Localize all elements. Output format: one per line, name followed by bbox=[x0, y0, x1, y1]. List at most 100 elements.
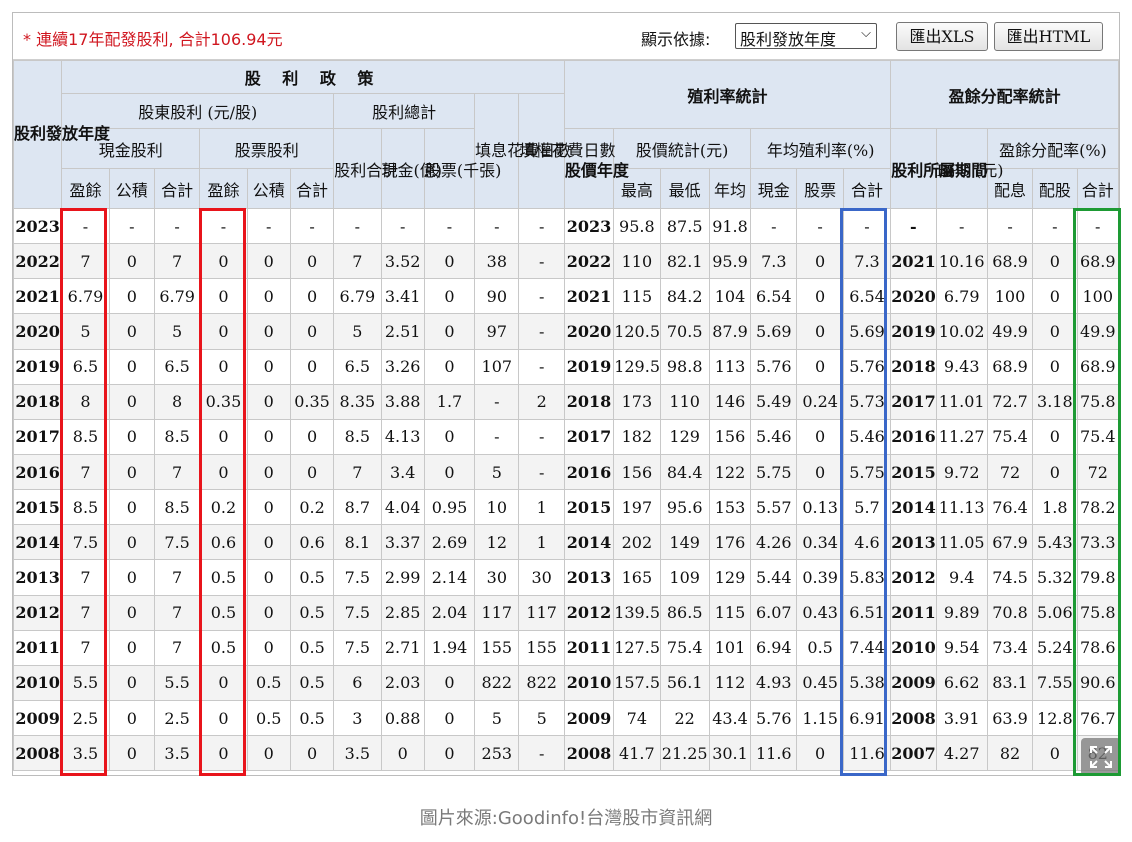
table-cell: 21.25 bbox=[659, 735, 710, 772]
table-cell: - bbox=[61, 207, 110, 245]
table-row: 2021 6.79 0 6.79 0 0 0 6.79 3.41 0 90-2021 115 84.2 1… bbox=[12, 278, 1119, 315]
table-cell: 2020 bbox=[890, 278, 937, 315]
table-row: 2010 5.5 0 5.5 0 0.5 0.5 6 2.03 0 822 822 2010 157.5 5… bbox=[12, 664, 1119, 701]
table-cell: 6.54 bbox=[842, 278, 892, 315]
table-cell: 129.5 bbox=[613, 348, 661, 385]
table-cell: 0 bbox=[246, 735, 291, 772]
table-cell: 7 bbox=[61, 453, 110, 491]
table-cell: 1.94 bbox=[423, 629, 476, 666]
table-cell: - bbox=[518, 243, 565, 280]
table-cell: 11.01 bbox=[935, 383, 988, 420]
table-cell: 2010 bbox=[890, 629, 937, 666]
table-cell: 2011 bbox=[563, 629, 615, 666]
table-cell: - bbox=[474, 207, 520, 245]
table-cell: 5.7 bbox=[842, 489, 892, 526]
table-cell: 0.24 bbox=[796, 383, 844, 420]
table-cell: 2.69 bbox=[423, 524, 476, 561]
export-xls-button[interactable]: 匯出XLS bbox=[896, 22, 988, 51]
table-cell: 0 bbox=[1032, 418, 1078, 455]
table-cell: 5 bbox=[474, 453, 520, 491]
table-cell: 155 bbox=[474, 629, 520, 666]
table-cell: 95.6 bbox=[659, 489, 710, 526]
table-cell: 127.5 bbox=[613, 629, 661, 666]
table-cell: 0 bbox=[199, 348, 248, 385]
table-cell: 1 bbox=[518, 524, 565, 561]
table-cell: 0 bbox=[1032, 313, 1078, 350]
table-cell: 4.6 bbox=[842, 524, 892, 561]
table-cell: 5 bbox=[474, 699, 520, 737]
table-cell: 2018 bbox=[563, 383, 615, 420]
expand-icon[interactable] bbox=[1081, 738, 1121, 776]
table-cell: 22 bbox=[659, 699, 710, 737]
col-dividend-sum: 股利合計 bbox=[333, 128, 398, 209]
table-cell: 0.45 bbox=[796, 664, 844, 701]
table-cell: 3.18 bbox=[1032, 383, 1078, 420]
group-dividend-total: 股利總計 bbox=[333, 93, 476, 129]
table-cell: 11.6 bbox=[842, 735, 892, 772]
table-cell: 11.27 bbox=[935, 418, 988, 455]
table-cell: 6.79 bbox=[153, 278, 201, 315]
table-cell: 75.4 bbox=[986, 418, 1034, 455]
sort-select[interactable]: 股利發放年度 ⌵ bbox=[735, 23, 877, 49]
table-cell: 2012 bbox=[563, 594, 615, 631]
table-cell: 0.2 bbox=[289, 489, 335, 526]
table-cell: 0 bbox=[108, 735, 155, 772]
table-cell: 7 bbox=[333, 243, 382, 280]
table-cell: 0.95 bbox=[423, 489, 476, 526]
table-cell: 2016 bbox=[563, 453, 615, 491]
table-cell: 0 bbox=[246, 629, 291, 666]
table-cell: 1.8 bbox=[1032, 489, 1078, 526]
col-eps: EPS (元) bbox=[935, 128, 1004, 209]
table-cell: 0 bbox=[423, 243, 476, 280]
table-cell: 2021 bbox=[890, 243, 937, 280]
table-cell: 0.2 bbox=[199, 489, 248, 526]
table-cell: 2016 bbox=[12, 453, 63, 491]
export-html-button[interactable]: 匯出HTML bbox=[994, 22, 1103, 51]
table-cell: - bbox=[518, 453, 565, 491]
table-cell: 0 bbox=[796, 735, 844, 772]
table-cell: 2020 bbox=[12, 313, 63, 350]
table-cell: 0 bbox=[199, 313, 248, 350]
table-cell: 84.4 bbox=[659, 453, 710, 491]
col-yield-stock: 股票 bbox=[796, 168, 844, 209]
table-cell: 3.91 bbox=[935, 699, 988, 737]
table-cell: 7 bbox=[153, 629, 201, 666]
table-cell: 100 bbox=[986, 278, 1034, 315]
table-cell: 3.26 bbox=[380, 348, 425, 385]
table-cell: 9.89 bbox=[935, 594, 988, 631]
table-cell: 5.46 bbox=[842, 418, 892, 455]
table-cell: 117 bbox=[474, 594, 520, 631]
table-cell: 2017 bbox=[12, 418, 63, 455]
table-cell: 0 bbox=[1032, 735, 1078, 772]
col-cash-earnings: 盈餘 bbox=[61, 168, 110, 209]
table-cell: - bbox=[199, 207, 248, 245]
table-cell: 7 bbox=[153, 594, 201, 631]
table-cell: 9.4 bbox=[935, 559, 988, 596]
table-cell: 2023 bbox=[563, 207, 615, 245]
table-cell: 0 bbox=[199, 243, 248, 280]
table-cell: 2019 bbox=[12, 348, 63, 385]
col-cash-total: 合計 bbox=[153, 168, 201, 209]
table-cell: 0 bbox=[796, 348, 844, 385]
table-cell: 2013 bbox=[563, 559, 615, 596]
sort-label: 顯示依據: bbox=[641, 30, 711, 49]
table-cell: 2009 bbox=[563, 699, 615, 737]
table-cell: 822 bbox=[474, 664, 520, 701]
table-cell: 2022 bbox=[563, 243, 615, 280]
table-cell: 2012 bbox=[12, 594, 63, 631]
table-cell: 98.8 bbox=[659, 348, 710, 385]
table-cell: 0 bbox=[423, 699, 476, 737]
table-cell: 75.8 bbox=[1076, 594, 1119, 631]
table-cell: 0 bbox=[423, 278, 476, 315]
table-cell: 6.54 bbox=[750, 278, 798, 315]
table-cell: - bbox=[890, 207, 937, 245]
table-cell: - bbox=[380, 207, 425, 245]
table-cell: 0 bbox=[423, 348, 476, 385]
table-cell: - bbox=[518, 278, 565, 315]
table-cell: 0 bbox=[796, 453, 844, 491]
table-cell: 5.44 bbox=[750, 559, 798, 596]
table-cell: 0.5 bbox=[289, 594, 335, 631]
table-cell: 6.79 bbox=[333, 278, 382, 315]
table-cell: 5.75 bbox=[750, 453, 798, 491]
table-cell: 0 bbox=[108, 524, 155, 561]
